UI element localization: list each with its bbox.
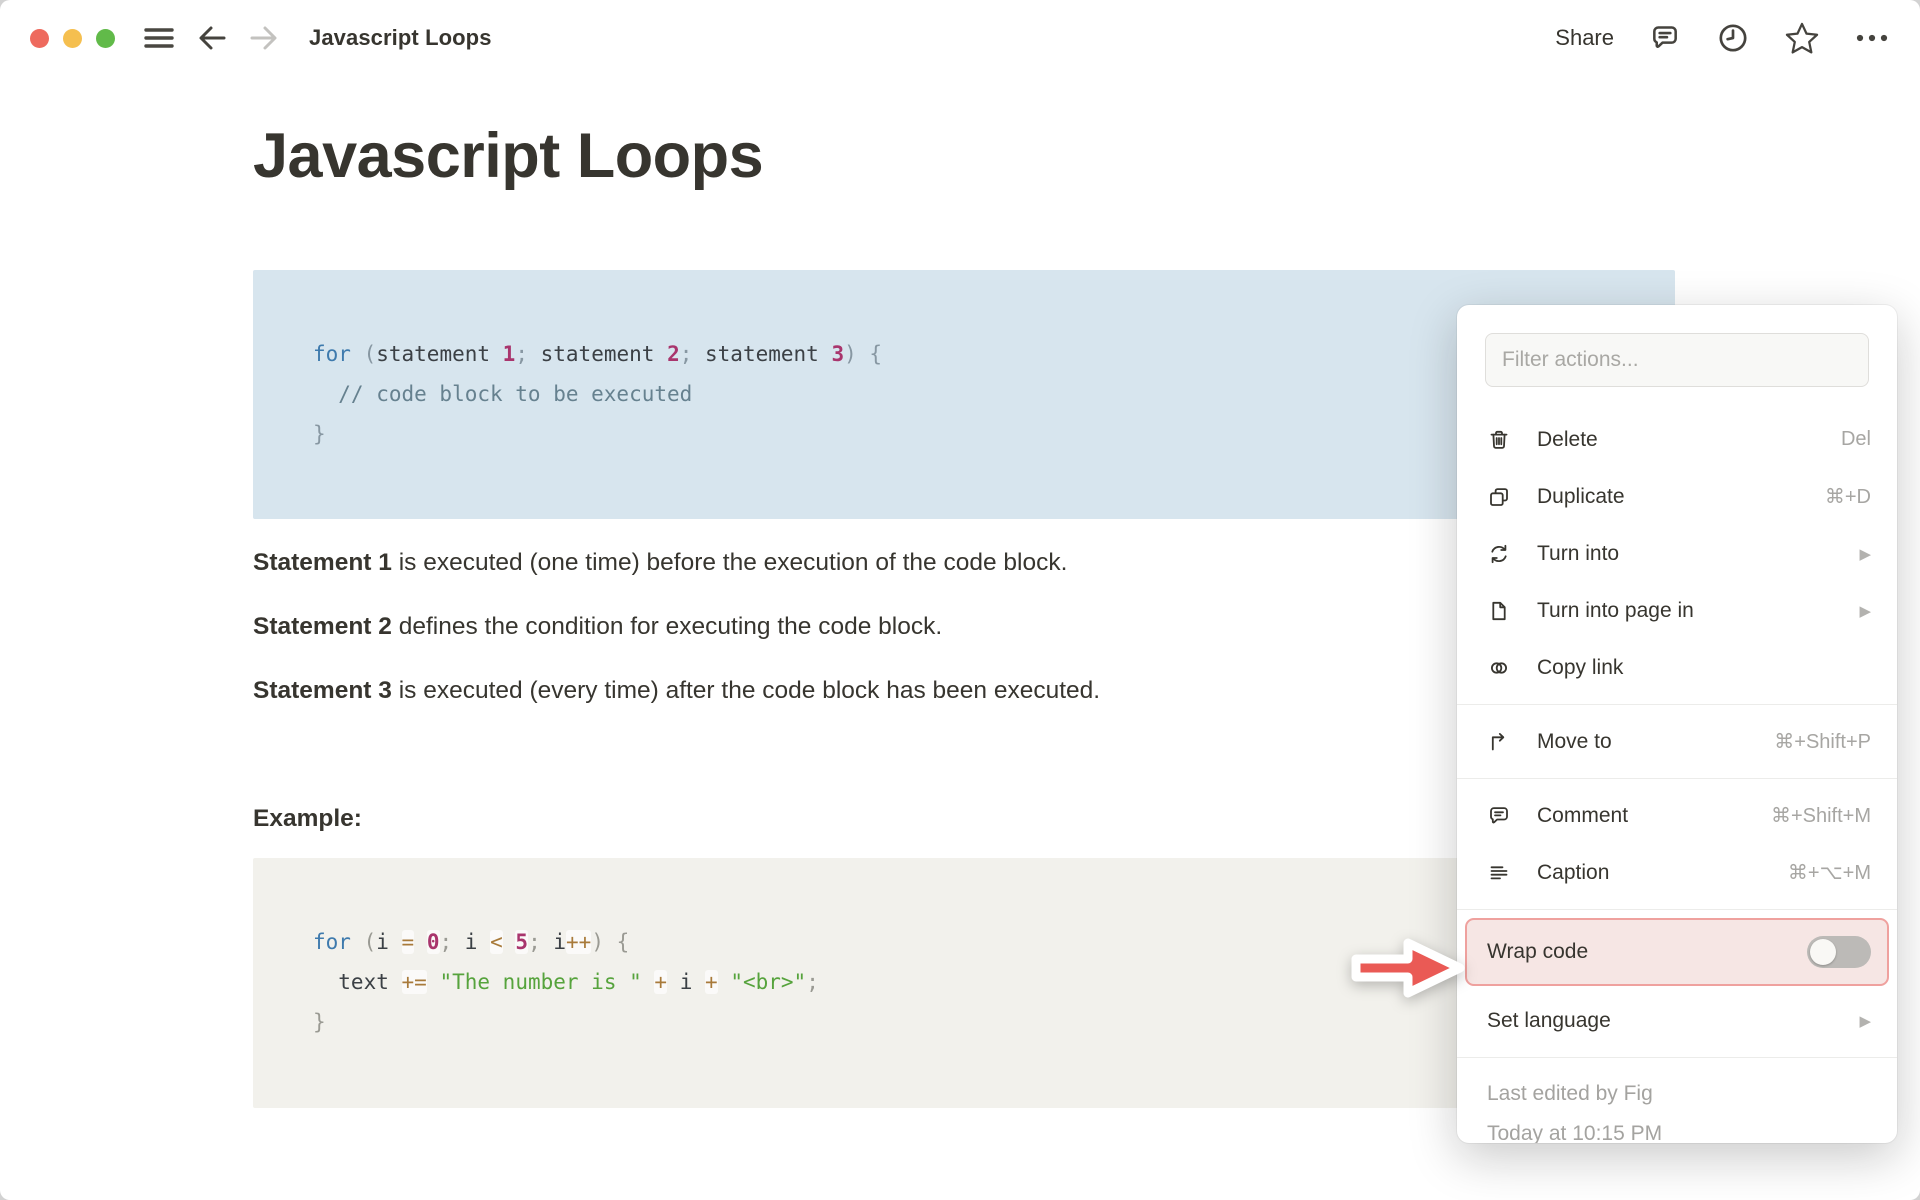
minimize-window-button[interactable] bbox=[63, 28, 82, 48]
code-line: for (statement 1; statement 2; statement… bbox=[313, 342, 883, 366]
menu-item-caption[interactable]: Caption ⌘+⌥+M bbox=[1457, 844, 1897, 901]
last-edited-text: Last edited by Fig bbox=[1487, 1082, 1653, 1105]
back-button[interactable] bbox=[197, 24, 227, 52]
move-to-icon bbox=[1487, 729, 1513, 755]
forward-button[interactable] bbox=[249, 24, 279, 52]
menu-item-move-to[interactable]: Move to ⌘+Shift+P bbox=[1457, 713, 1897, 770]
menu-item-shortcut: ⌘+Shift+P bbox=[1774, 731, 1871, 753]
comment-icon bbox=[1487, 803, 1513, 829]
menu-item-comment[interactable]: Comment ⌘+Shift+M bbox=[1457, 787, 1897, 844]
menu-item-wrap-code[interactable]: Wrap code bbox=[1465, 918, 1889, 986]
breadcrumb-doc-title[interactable]: Javascript Loops bbox=[309, 25, 492, 51]
menu-item-shortcut: Del bbox=[1840, 428, 1871, 450]
submenu-arrow-icon: ▶ bbox=[1859, 602, 1871, 620]
menu-item-shortcut: ⌘+D bbox=[1824, 486, 1871, 508]
submenu-arrow-icon: ▶ bbox=[1859, 545, 1871, 563]
menu-item-label: Move to bbox=[1537, 729, 1612, 753]
menu-divider bbox=[1457, 704, 1897, 705]
app-window: Javascript Loops Share Javascript Loops … bbox=[0, 0, 1920, 1200]
back-arrow-icon bbox=[199, 26, 226, 50]
menu-item-shortcut: ⌘+⌥+M bbox=[1787, 862, 1871, 884]
menu-footer: Last edited by Fig Today at 10:15 PM bbox=[1457, 1066, 1897, 1143]
comment-bubble-icon bbox=[1653, 26, 1677, 48]
menu-item-copy-link[interactable]: Copy link bbox=[1457, 639, 1897, 696]
menu-item-label: Delete bbox=[1537, 427, 1598, 451]
star-icon bbox=[1785, 22, 1819, 54]
menu-item-label: Set language bbox=[1487, 1008, 1611, 1032]
menu-item-label: Comment bbox=[1537, 803, 1629, 827]
menu-item-label: Turn into bbox=[1537, 541, 1620, 565]
duplicate-icon bbox=[1487, 484, 1513, 510]
ellipsis-icon bbox=[1856, 34, 1888, 42]
menu-item-label: Caption bbox=[1537, 860, 1610, 884]
caption-icon bbox=[1487, 860, 1513, 886]
traffic-lights bbox=[30, 28, 115, 48]
toggle-knob bbox=[1810, 939, 1836, 965]
copy-link-icon bbox=[1487, 655, 1513, 681]
submenu-arrow-icon: ▶ bbox=[1859, 1012, 1871, 1030]
close-window-button[interactable] bbox=[30, 28, 49, 48]
menu-divider bbox=[1457, 909, 1897, 910]
menu-divider bbox=[1457, 778, 1897, 779]
code-line: // code block to be executed bbox=[313, 382, 693, 406]
menu-item-label: Duplicate bbox=[1537, 484, 1625, 508]
history-button[interactable] bbox=[1716, 21, 1750, 55]
history-clock-icon bbox=[1719, 24, 1747, 52]
page-title: Javascript Loops bbox=[253, 121, 764, 191]
forward-arrow-icon bbox=[250, 26, 277, 50]
comments-button[interactable] bbox=[1648, 22, 1682, 54]
menu-item-label: Wrap code bbox=[1487, 940, 1589, 963]
page-icon bbox=[1487, 598, 1513, 624]
menu-item-label: Turn into page in bbox=[1537, 598, 1694, 622]
menu-item-delete[interactable]: Delete Del bbox=[1457, 411, 1897, 468]
menu-item-turn-into-page-in[interactable]: Turn into page in ▶ bbox=[1457, 582, 1897, 639]
titlebar-actions: Share bbox=[1555, 21, 1890, 55]
menu-item-duplicate[interactable]: Duplicate ⌘+D bbox=[1457, 468, 1897, 525]
filter-actions-input[interactable] bbox=[1485, 333, 1869, 387]
block-context-menu: DeleteDelDuplicate⌘+DTurn into▶Turn into… bbox=[1457, 305, 1897, 1143]
menu-divider bbox=[1457, 1057, 1897, 1058]
trash-icon bbox=[1487, 427, 1513, 453]
wrap-code-toggle[interactable] bbox=[1807, 936, 1871, 968]
turn-into-icon bbox=[1487, 541, 1513, 567]
code-line: } bbox=[313, 422, 326, 446]
menu-item-label: Copy link bbox=[1537, 655, 1624, 679]
last-edited-text: Today at 10:15 PM bbox=[1487, 1122, 1663, 1143]
code-line: } bbox=[313, 1010, 326, 1034]
zoom-window-button[interactable] bbox=[96, 28, 115, 48]
more-options-button[interactable] bbox=[1854, 32, 1890, 44]
favorite-button[interactable] bbox=[1784, 21, 1820, 55]
annotation-arrow-icon bbox=[1351, 938, 1465, 998]
menu-item-turn-into[interactable]: Turn into ▶ bbox=[1457, 525, 1897, 582]
hamburger-menu-button[interactable] bbox=[143, 25, 175, 51]
share-button[interactable]: Share bbox=[1555, 25, 1614, 51]
hamburger-icon bbox=[144, 28, 174, 48]
menu-item-set-language[interactable]: Set language ▶ bbox=[1457, 992, 1897, 1049]
menu-item-shortcut: ⌘+Shift+M bbox=[1770, 805, 1871, 827]
titlebar: Javascript Loops Share bbox=[0, 0, 1920, 76]
